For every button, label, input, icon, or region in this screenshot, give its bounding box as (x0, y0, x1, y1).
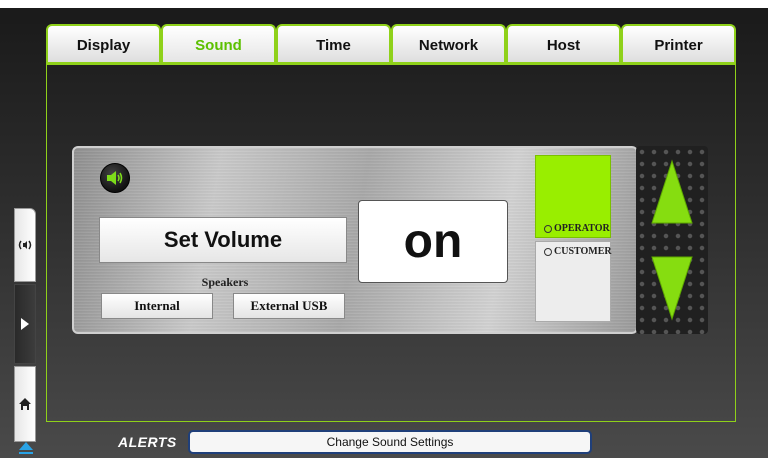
tab-printer[interactable]: Printer (621, 24, 736, 64)
sound-value: on (403, 215, 463, 268)
customer-option[interactable]: CUSTOMER (535, 241, 612, 322)
decrease-button[interactable] (636, 242, 708, 334)
tab-display[interactable]: Display (46, 24, 161, 64)
external-usb-button[interactable]: External USB (233, 293, 345, 319)
tab-label: Host (546, 36, 581, 54)
internal-speaker-label: Internal (134, 298, 180, 313)
increase-button[interactable] (636, 146, 708, 238)
alerts-label: ALERTS (118, 434, 177, 450)
eject-button[interactable] (18, 441, 34, 458)
external-usb-label: External USB (250, 298, 328, 313)
tab-time[interactable]: Time (276, 24, 391, 64)
top-bar (0, 8, 768, 24)
operator-radio-row: OPERATOR (544, 223, 610, 234)
tab-label: Display (76, 36, 131, 54)
customer-radio-row: CUSTOMER (544, 246, 612, 257)
customer-label: CUSTOMER (554, 246, 612, 257)
side-tab-sound[interactable] (14, 208, 36, 282)
tab-label: Time (316, 36, 351, 54)
adjust-buttons (636, 146, 708, 334)
home-icon (19, 398, 31, 410)
radio-icon (544, 224, 552, 233)
alerts-message-box: Change Sound Settings (188, 430, 592, 454)
side-tab-play[interactable] (14, 284, 36, 364)
mode-selector: OPERATOR CUSTOMER (535, 155, 612, 322)
alerts-message: Change Sound Settings (326, 435, 454, 449)
internal-speaker-button[interactable]: Internal (101, 293, 213, 319)
sound-wave-icon (18, 240, 32, 250)
play-icon (21, 318, 29, 330)
tab-label: Network (418, 36, 479, 54)
set-volume-label: Set Volume (163, 227, 283, 252)
set-volume-button[interactable]: Set Volume (99, 217, 347, 263)
operator-label: OPERATOR (554, 223, 610, 234)
tab-label: Sound (195, 36, 242, 54)
tab-host[interactable]: Host (506, 24, 621, 64)
radio-icon (544, 247, 552, 256)
speakers-label: Speakers (201, 275, 249, 289)
speaker-icon[interactable] (100, 163, 130, 193)
arrow-down-icon (651, 256, 693, 321)
sound-value-display: on (358, 200, 508, 283)
tab-network[interactable]: Network (391, 24, 506, 64)
tab-bar: Display Sound Time Network Host Printer (46, 24, 736, 64)
tab-label: Printer (654, 36, 703, 54)
operator-option[interactable]: OPERATOR (535, 155, 611, 238)
arrow-up-icon (651, 159, 693, 224)
side-tab-home[interactable] (14, 366, 36, 442)
eject-icon (19, 442, 33, 454)
tab-sound[interactable]: Sound (161, 24, 276, 64)
